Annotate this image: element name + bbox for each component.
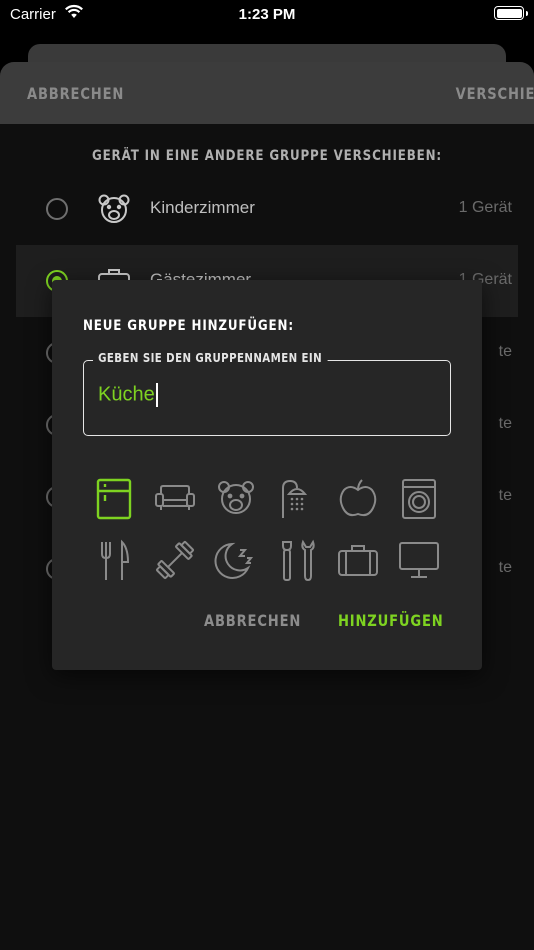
tools-icon[interactable] <box>275 538 319 582</box>
move-button[interactable]: VERSCHIEBEN <box>456 84 534 103</box>
shower-icon[interactable] <box>275 476 319 520</box>
teddy-bear-icon <box>96 191 132 227</box>
group-name-input[interactable]: Küche <box>98 383 158 407</box>
sleep-moon-icon[interactable] <box>214 538 258 582</box>
device-count: 1 Gerät <box>458 199 512 216</box>
cancel-button[interactable]: ABBRECHEN <box>27 84 124 103</box>
section-title: GERÄT IN EINE ANDERE GRUPPE VERSCHIEBEN: <box>91 148 443 164</box>
field-label: GEBEN SIE DEN GRUPPENNAMEN EIN <box>93 351 328 365</box>
dialog-title: NEUE GRUPPE HINZUFÜGEN: <box>83 318 294 334</box>
group-name-field[interactable]: GEBEN SIE DEN GRUPPENNAMEN EIN Küche <box>83 351 451 436</box>
radio-button[interactable] <box>46 198 68 220</box>
status-bar: Carrier 1:23 PM <box>0 0 534 30</box>
dumbbell-icon[interactable] <box>153 538 197 582</box>
clock: 1:23 PM <box>238 6 296 23</box>
add-group-dialog: NEUE GRUPPE HINZUFÜGEN: GEBEN SIE DEN GR… <box>52 280 482 670</box>
cutlery-icon[interactable] <box>92 538 136 582</box>
fridge-icon[interactable] <box>92 476 136 520</box>
battery-icon <box>494 6 528 20</box>
teddy-bear-icon[interactable] <box>214 476 258 520</box>
dialog-add-button[interactable]: HINZUFÜGEN <box>338 611 444 630</box>
group-name: Kinderzimmer <box>150 198 255 217</box>
device-count: te <box>498 343 512 360</box>
device-count: te <box>498 415 512 432</box>
sofa-icon[interactable] <box>153 476 197 520</box>
group-row-kinderzimmer[interactable]: Kinderzimmer 1 Gerät <box>16 173 518 245</box>
washing-machine-icon[interactable] <box>397 476 441 520</box>
device-count: te <box>498 559 512 576</box>
suitcase-icon[interactable] <box>336 538 380 582</box>
dialog-cancel-button[interactable]: ABBRECHEN <box>204 611 301 630</box>
apple-icon[interactable] <box>336 476 380 520</box>
monitor-icon[interactable] <box>397 538 441 582</box>
sheet-header: ABBRECHEN VERSCHIEBEN <box>0 62 534 124</box>
device-count: te <box>498 487 512 504</box>
